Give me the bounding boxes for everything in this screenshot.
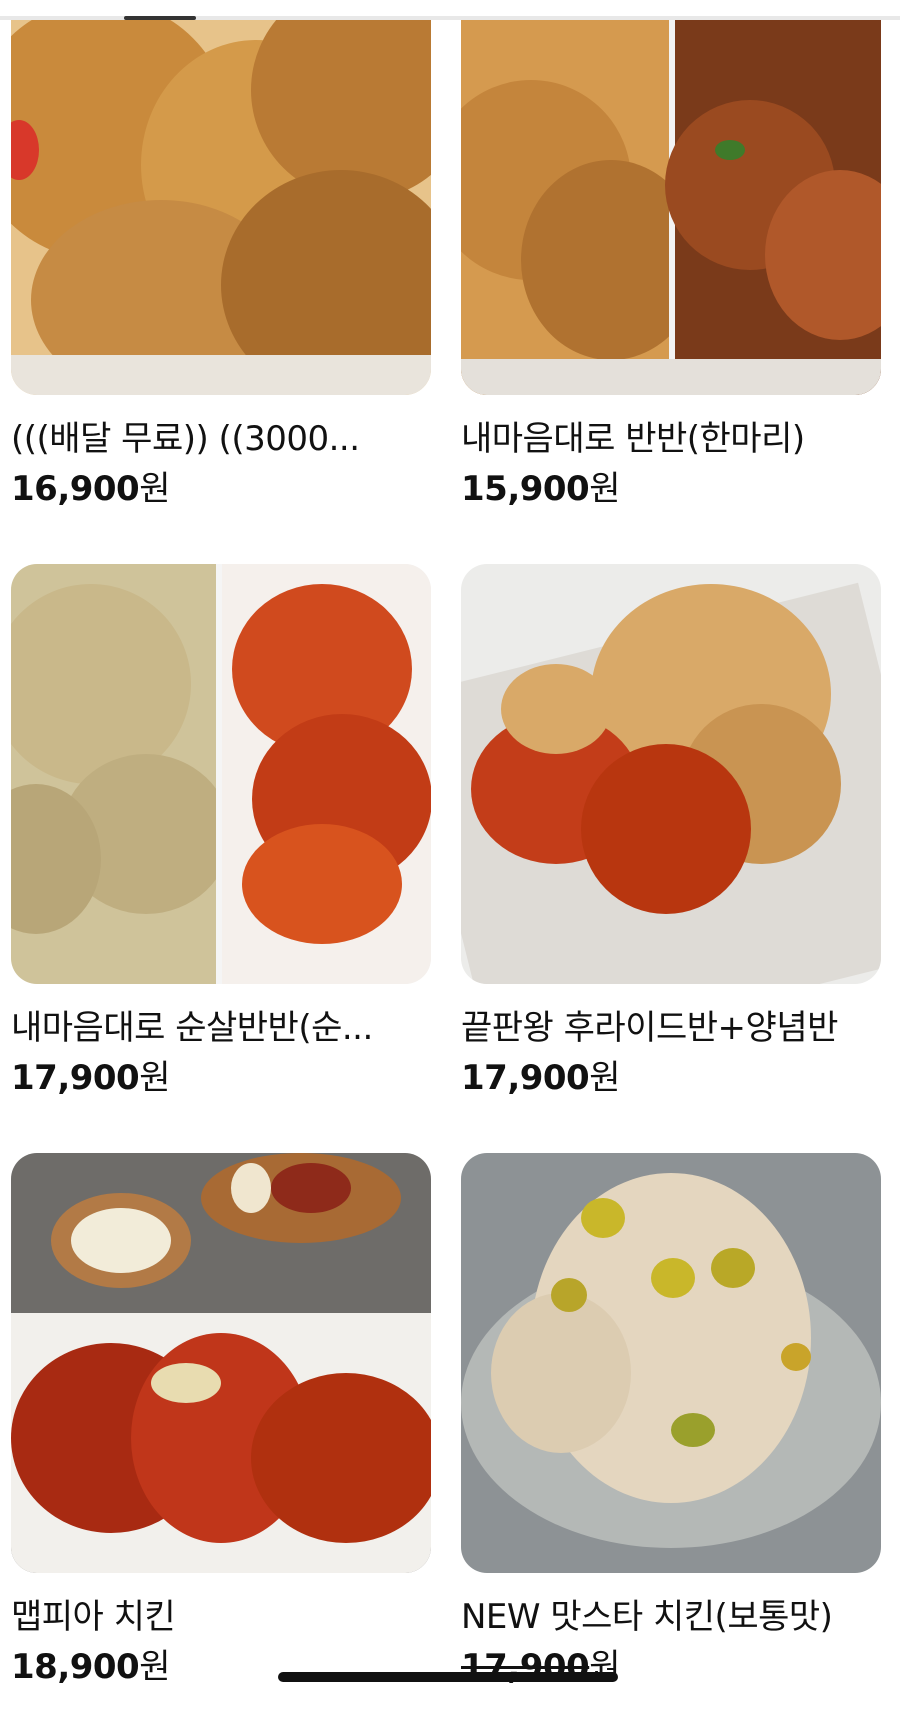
menu-item-image[interactable] (11, 1153, 431, 1573)
menu-item-image[interactable] (11, 20, 431, 395)
menu-item-name: 맵피아 치킨 (11, 1597, 176, 1637)
menu-item-price: 17,900원 (11, 1058, 170, 1098)
menu-item-name: NEW 맛스타 치킨(보통맛) (461, 1597, 833, 1637)
menu-item-name: 끝판왕 후라이드반+양념반 (461, 1008, 838, 1048)
menu-page: (((배달 무료)) ((3000... 16,900원 내마음대로 반반(한마… (0, 0, 900, 1709)
menu-item-name: 내마음대로 반반(한마리) (461, 419, 805, 459)
menu-item-image[interactable] (461, 20, 881, 395)
menu-item-card[interactable]: 내마음대로 순살반반(순... 17,900원 (11, 564, 431, 1153)
menu-item-card[interactable]: 끝판왕 후라이드반+양념반 17,900원 (461, 564, 881, 1153)
menu-item-card[interactable]: 내마음대로 반반(한마리) 15,900원 (461, 20, 881, 564)
menu-item-image[interactable] (461, 1153, 881, 1573)
menu-item-price: 17,900원 (461, 1647, 620, 1687)
menu-item-price: 17,900원 (461, 1058, 620, 1098)
menu-item-name: (((배달 무료)) ((3000... (11, 419, 360, 459)
menu-grid: (((배달 무료)) ((3000... 16,900원 내마음대로 반반(한마… (11, 20, 889, 1709)
menu-item-price: 16,900원 (11, 469, 170, 509)
menu-item-name: 내마음대로 순살반반(순... (11, 1008, 373, 1048)
menu-item-card[interactable]: NEW 맛스타 치킨(보통맛) 17,900원 (461, 1153, 881, 1709)
menu-item-price: 18,900원 (11, 1647, 170, 1687)
menu-item-image[interactable] (461, 564, 881, 984)
menu-item-card[interactable]: 맵피아 치킨 18,900원 (11, 1153, 431, 1709)
home-indicator (278, 1672, 618, 1682)
menu-item-price: 15,900원 (461, 469, 620, 509)
menu-item-image[interactable] (11, 564, 431, 984)
menu-item-card[interactable]: (((배달 무료)) ((3000... 16,900원 (11, 20, 431, 564)
